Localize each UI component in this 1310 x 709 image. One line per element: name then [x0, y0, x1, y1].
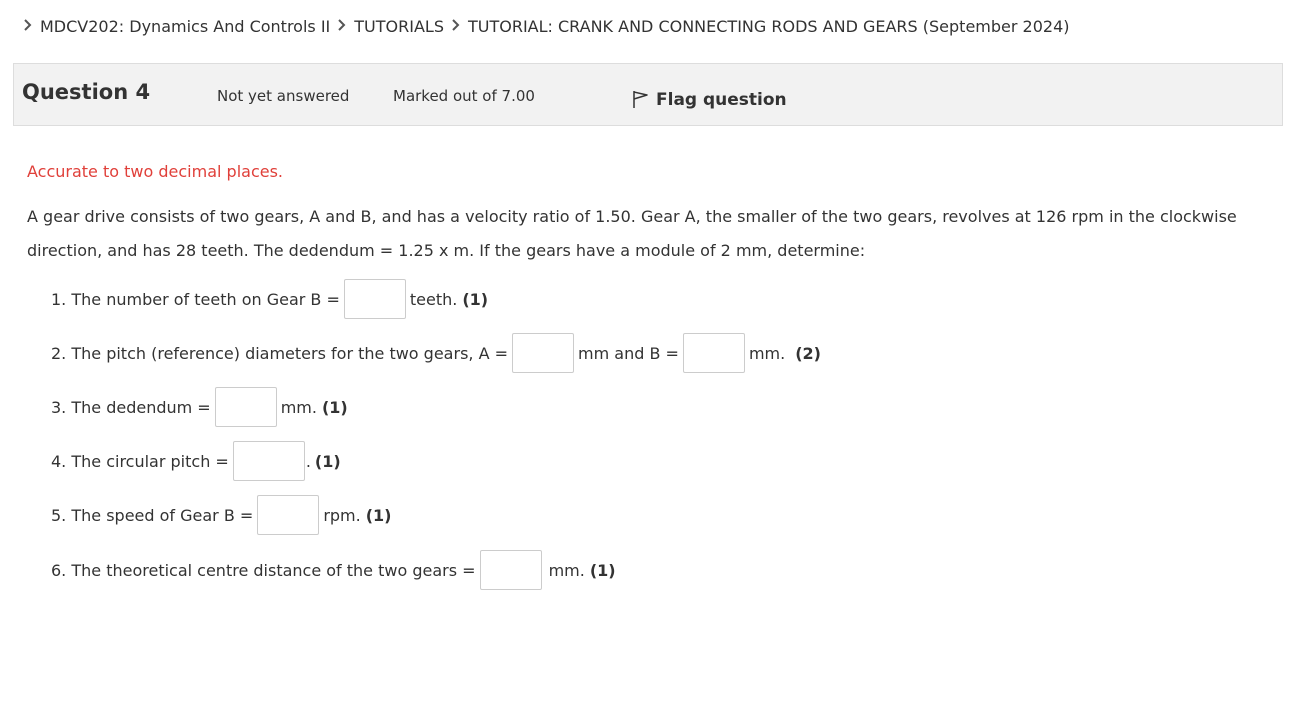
part-2-mid: mm and B =: [578, 343, 679, 363]
chevron-right-icon: [19, 18, 37, 34]
part-6-answer-input[interactable]: [479, 550, 542, 590]
part-1-marks: (1): [462, 289, 489, 309]
part-2-marks: (2): [795, 343, 821, 363]
chevron-right-icon: [333, 18, 351, 34]
part-5: 5. The speed of Gear B = rpm. (1): [51, 495, 391, 535]
part-5-suffix: rpm.: [323, 505, 361, 525]
question-info-panel: Question 4 Not yet answered Marked out o…: [13, 63, 1283, 126]
part-6-marks: (1): [589, 560, 616, 580]
question-grade: Marked out of 7.00: [393, 87, 535, 105]
part-3: 3. The dedendum = mm. (1): [51, 387, 348, 427]
part-5-marks: (1): [365, 505, 392, 525]
part-1-prefix: 1. The number of teeth on Gear B =: [51, 289, 340, 309]
part-1-answer-input[interactable]: [343, 279, 406, 319]
part-4-answer-input[interactable]: [232, 441, 305, 481]
breadcrumb-item-tutorials[interactable]: TUTORIALS: [354, 17, 444, 36]
chevron-right-icon: [447, 18, 465, 34]
question-title: Question 4: [22, 80, 151, 104]
part-3-suffix: mm.: [280, 397, 317, 417]
part-4-prefix: 4. The circular pitch =: [51, 451, 229, 471]
part-6-prefix: 6. The theoretical centre distance of th…: [51, 560, 476, 580]
part-2-answer-input-b[interactable]: [682, 333, 745, 373]
part-6: 6. The theoretical centre distance of th…: [51, 550, 616, 590]
flag-icon: [632, 85, 656, 114]
part-4-marks: (1): [314, 451, 341, 471]
breadcrumb-item-tutorial[interactable]: TUTORIAL: CRANK AND CONNECTING RODS AND …: [468, 17, 1070, 36]
part-3-answer-input[interactable]: [214, 387, 277, 427]
part-5-prefix: 5. The speed of Gear B =: [51, 505, 254, 525]
part-3-prefix: 3. The dedendum =: [51, 397, 211, 417]
part-1-suffix: teeth.: [409, 289, 458, 309]
part-3-marks: (1): [321, 397, 348, 417]
part-1: 1. The number of teeth on Gear B = teeth…: [51, 279, 488, 319]
part-2-suffix: mm.: [748, 343, 786, 363]
breadcrumb-item-course[interactable]: MDCV202: Dynamics And Controls II: [40, 17, 330, 36]
part-2-answer-input-a[interactable]: [512, 333, 575, 373]
flag-question-label: Flag question: [656, 89, 787, 110]
accuracy-note: Accurate to two decimal places.: [27, 162, 283, 181]
part-5-answer-input[interactable]: [257, 495, 320, 535]
part-2-prefix: 2. The pitch (reference) diameters for t…: [51, 343, 509, 363]
part-4: 4. The circular pitch = . (1): [51, 441, 341, 481]
part-6-suffix: mm.: [548, 560, 585, 580]
question-state: Not yet answered: [217, 87, 350, 105]
part-4-suffix: .: [305, 451, 311, 471]
flag-question-button[interactable]: Flag question: [632, 85, 787, 114]
part-2: 2. The pitch (reference) diameters for t…: [51, 333, 821, 373]
question-text: A gear drive consists of two gears, A an…: [27, 207, 1237, 260]
breadcrumb: MDCV202: Dynamics And Controls II TUTORI…: [16, 12, 1070, 40]
